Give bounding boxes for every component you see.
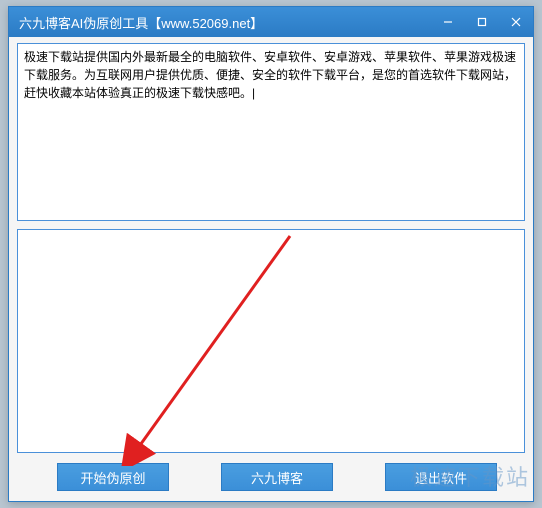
titlebar: 六九博客AI伪原创工具【www.52069.net】 [9,7,533,37]
close-button[interactable] [499,7,533,37]
content-area: 极速下载站提供国内外最新最全的电脑软件、安卓软件、安卓游戏、苹果软件、苹果游戏极… [9,37,533,499]
start-button[interactable]: 开始伪原创 [57,463,169,491]
output-textarea[interactable] [17,229,525,453]
input-textarea[interactable]: 极速下载站提供国内外最新最全的电脑软件、安卓软件、安卓游戏、苹果软件、苹果游戏极… [17,43,525,221]
window-title: 六九博客AI伪原创工具【www.52069.net】 [19,13,263,32]
window-controls [431,7,533,37]
blog-button[interactable]: 六九博客 [221,463,333,491]
button-row: 开始伪原创 六九博客 退出软件 [17,463,525,491]
app-window: 六九博客AI伪原创工具【www.52069.net】 极速下载站提供国内外最新最… [8,6,534,502]
minimize-button[interactable] [431,7,465,37]
exit-button[interactable]: 退出软件 [385,463,497,491]
maximize-button[interactable] [465,7,499,37]
